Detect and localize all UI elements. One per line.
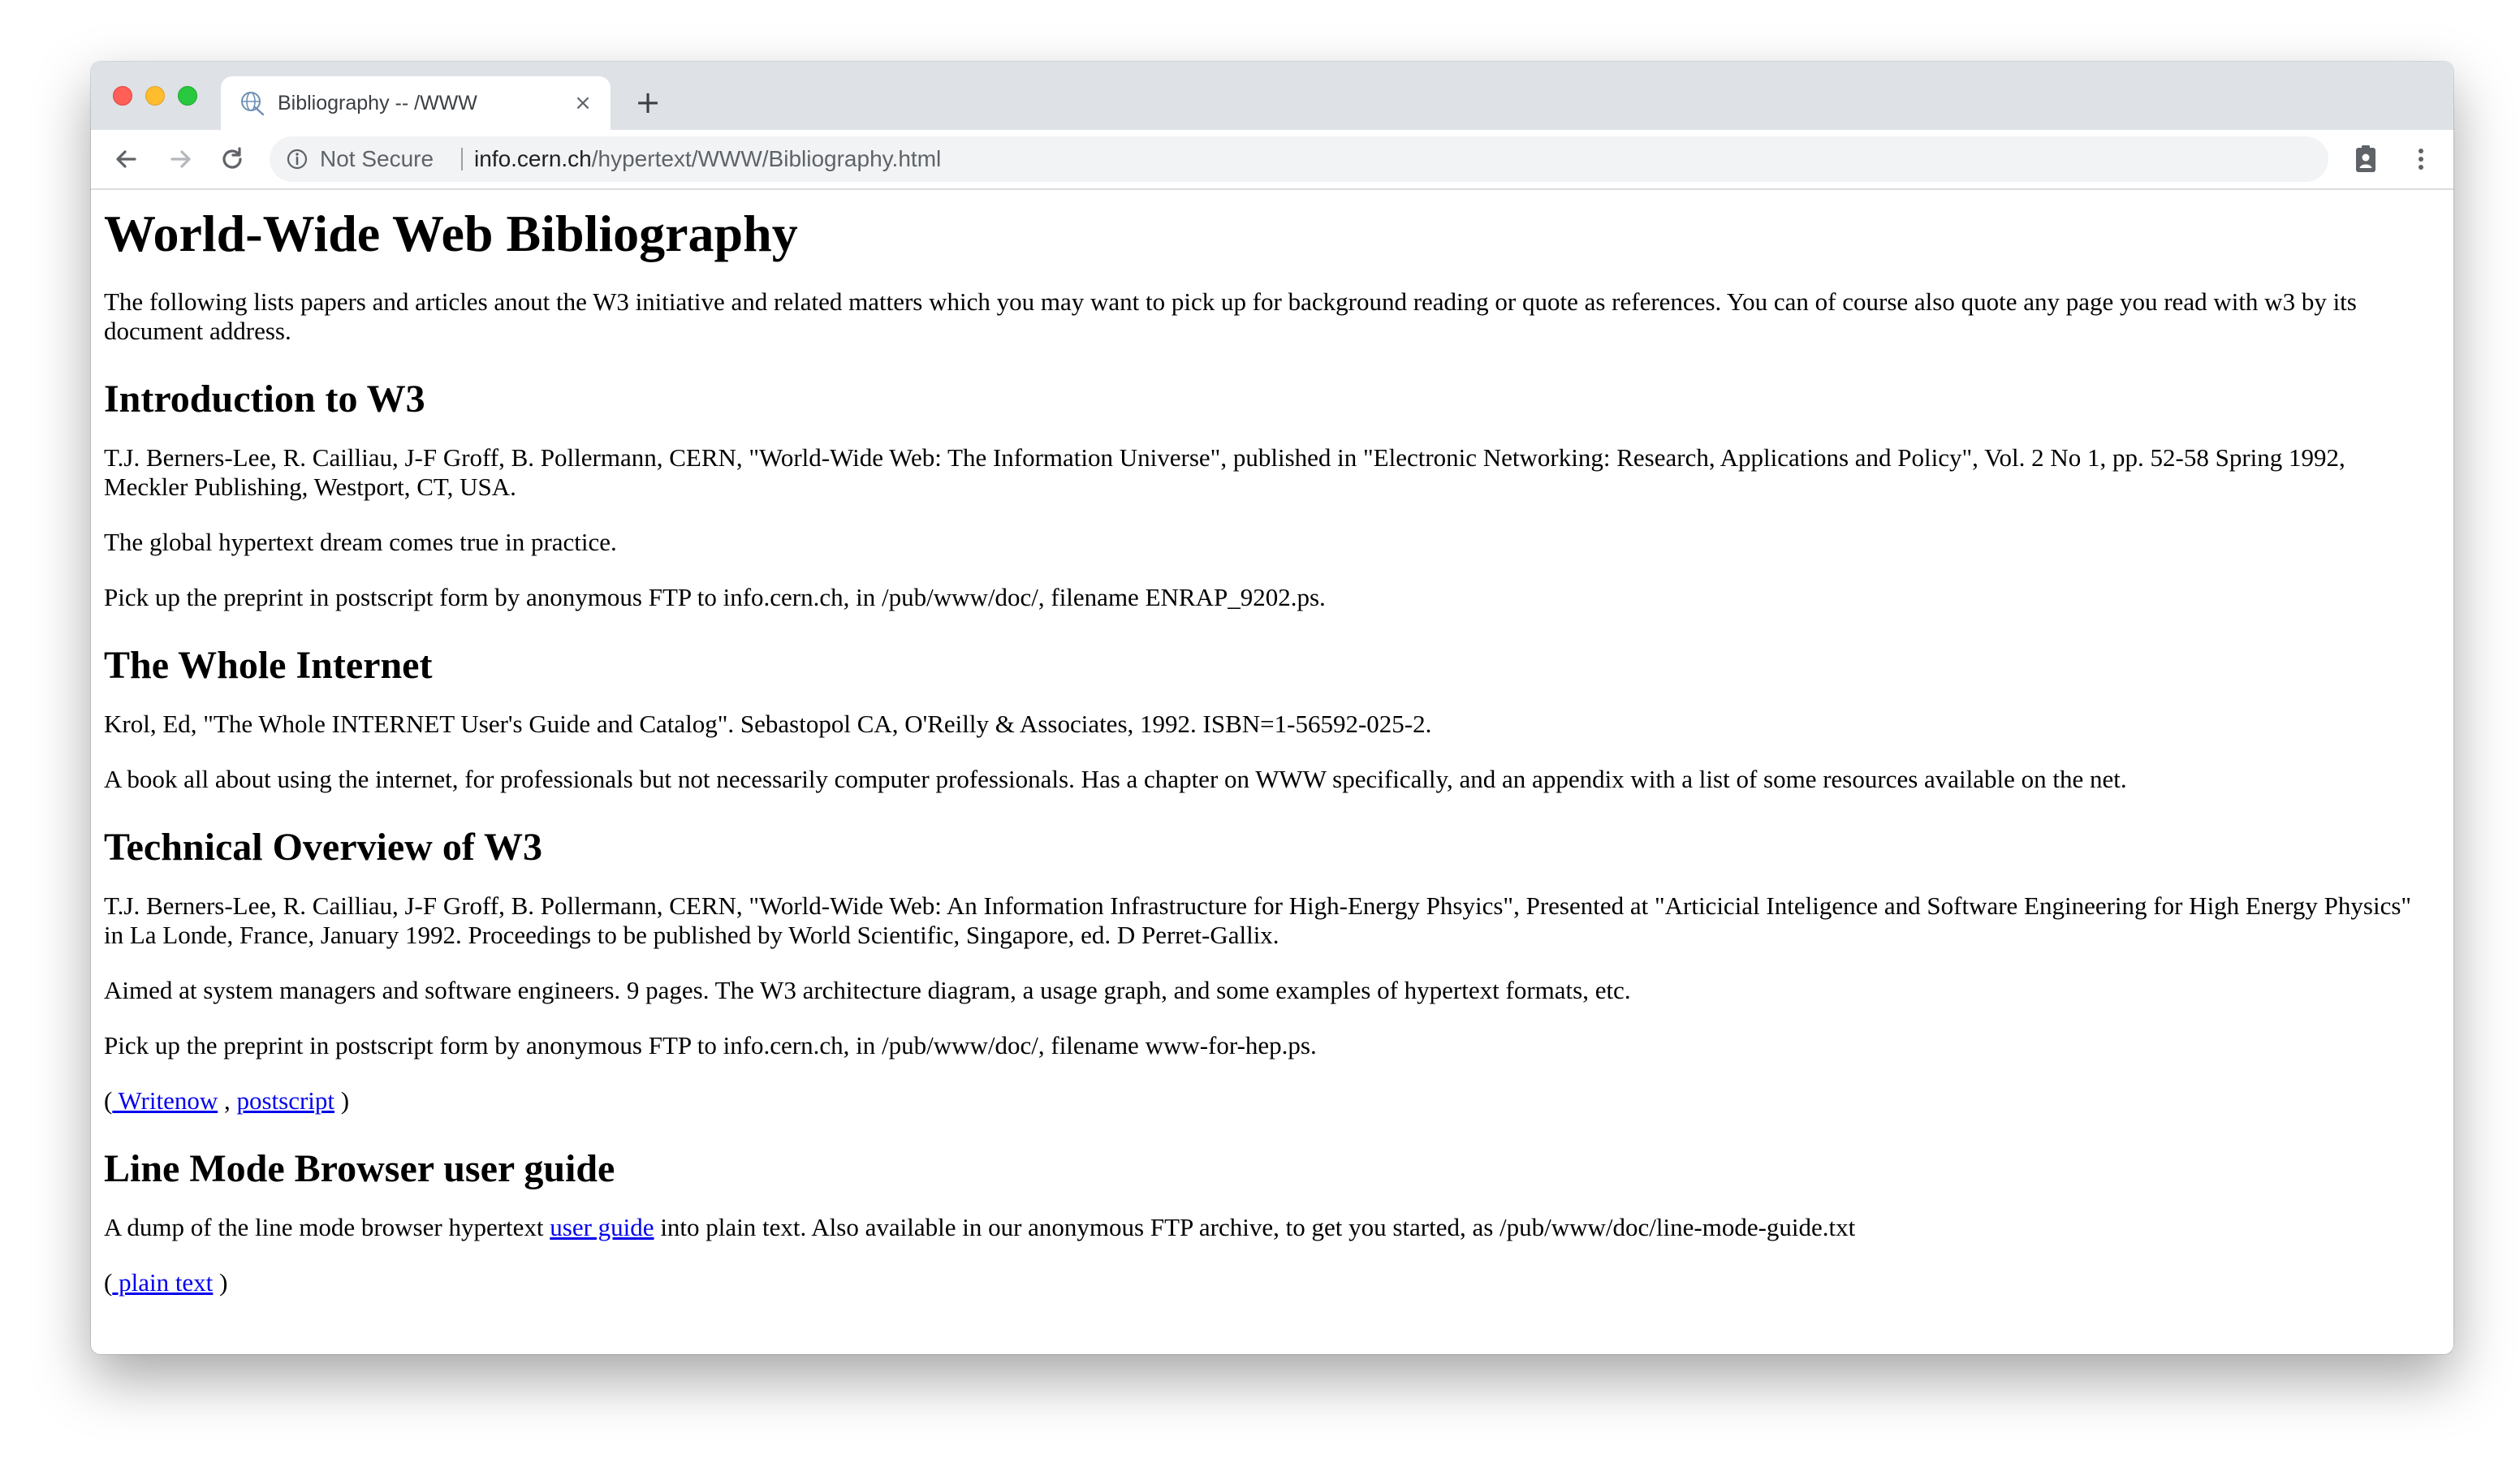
user-guide-link[interactable]: user guide: [550, 1213, 654, 1241]
url-path: /hypertext/WWW/Bibliography.html: [591, 146, 942, 171]
section-heading-technical-overview: Technical Overview of W3: [104, 826, 542, 869]
zoom-window-button[interactable]: [178, 86, 197, 106]
page-title: World-Wide Web Bibliography: [104, 205, 798, 262]
description-line-mode: A dump of the line mode browser hypertex…: [104, 1213, 2434, 1242]
url-host: info.cern.ch: [474, 146, 592, 171]
plain-text-link[interactable]: plain text: [112, 1268, 213, 1297]
section-heading-introduction: Introduction to W3: [104, 378, 425, 421]
badge-icon[interactable]: [2350, 143, 2382, 175]
link-separator: ,: [218, 1086, 237, 1115]
postscript-link[interactable]: postscript: [236, 1086, 334, 1115]
forward-button[interactable]: [162, 141, 198, 177]
minimize-window-button[interactable]: [145, 86, 165, 106]
tab-bibliography[interactable]: Bibliography -- /WWW ×: [221, 76, 611, 130]
section-heading-line-mode: Line Mode Browser user guide: [104, 1147, 615, 1190]
line-mode-text-after: into plain text. Also available in our a…: [654, 1213, 1856, 1241]
paren-close: ): [213, 1268, 228, 1297]
desktop-background: Bibliography -- /WWW × + Not Secure info…: [0, 0, 2520, 1463]
description-technical-overview: Aimed at system managers and software en…: [104, 976, 1631, 1004]
section-heading-whole-internet: The Whole Internet: [104, 644, 433, 687]
ftp-note-introduction: Pick up the preprint in postscript form …: [104, 583, 1326, 611]
info-icon[interactable]: [286, 148, 309, 170]
citation-whole-internet: Krol, Ed, "The Whole INTERNET User's Gui…: [104, 710, 1432, 738]
security-label[interactable]: Not Secure: [320, 136, 434, 182]
address-separator: [461, 148, 463, 170]
format-links-line-mode: ( plain text ): [104, 1268, 2434, 1297]
url-text[interactable]: info.cern.ch/hypertext/WWW/Bibliography.…: [474, 136, 941, 182]
line-mode-text-before: A dump of the line mode browser hypertex…: [104, 1213, 550, 1241]
description-introduction: The global hypertext dream comes true in…: [104, 528, 617, 556]
back-button[interactable]: [109, 141, 145, 177]
reload-button[interactable]: [214, 141, 250, 177]
arrow-left-icon: [116, 150, 136, 168]
tab-title: Bibliography -- /WWW: [278, 92, 477, 114]
description-whole-internet: A book all about using the internet, for…: [104, 765, 2127, 793]
ftp-note-technical-overview: Pick up the preprint in postscript form …: [104, 1031, 1317, 1059]
title-bar: Bibliography -- /WWW × +: [91, 62, 2453, 130]
paren-open: (: [104, 1268, 113, 1297]
browser-toolbar: Not Secure info.cern.ch/hypertext/WWW/Bi…: [91, 130, 2453, 190]
reload-icon: [222, 147, 242, 169]
page-viewport[interactable]: World-Wide Web Bibliography The followin…: [91, 190, 2453, 1354]
browser-window: Bibliography -- /WWW × + Not Secure info…: [91, 62, 2453, 1354]
writenow-link[interactable]: Writenow: [112, 1086, 218, 1115]
arrow-right-icon: [170, 150, 191, 168]
intro-paragraph: The following lists papers and articles …: [104, 287, 2357, 345]
paren-close: ): [334, 1086, 350, 1115]
new-tab-button[interactable]: +: [630, 84, 666, 120]
close-window-button[interactable]: [113, 86, 132, 106]
paren-open: (: [104, 1086, 113, 1115]
citation-technical-overview: T.J. Berners-Lee, R. Cailliau, J-F Groff…: [104, 891, 2412, 949]
citation-introduction: T.J. Berners-Lee, R. Cailliau, J-F Groff…: [104, 443, 2345, 501]
kebab-menu-icon[interactable]: [2405, 143, 2437, 175]
document-body: World-Wide Web Bibliography The followin…: [104, 190, 2434, 1323]
globe-favicon-icon: [239, 89, 266, 117]
format-links-technical-overview: ( Writenow , postscript ): [104, 1086, 2434, 1116]
tab-close-icon[interactable]: ×: [570, 90, 596, 116]
address-bar[interactable]: Not Secure info.cern.ch/hypertext/WWW/Bi…: [270, 136, 2328, 182]
